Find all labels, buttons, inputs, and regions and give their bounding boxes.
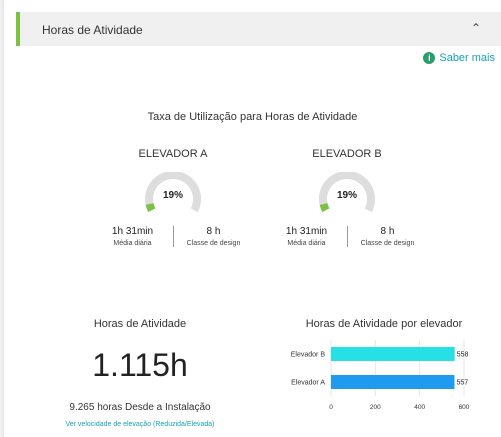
bar-value-label: 557	[456, 380, 468, 387]
activity-hours-card: Horas de Atividade ⌃ i Saber mais Taxa d…	[4, 0, 501, 437]
elevator-b-panel: ELEVADOR B 19% 1h 31min Média diária 8 h…	[257, 148, 437, 247]
daily-average-label: Média diária	[113, 240, 152, 247]
daily-average: 1h 31min Média diária	[267, 226, 348, 247]
chart-bar	[331, 347, 455, 361]
daily-average-label: Média diária	[287, 240, 326, 247]
learn-more-label: Saber mais	[439, 52, 495, 64]
daily-average-value: 1h 31min	[111, 226, 154, 237]
chart-bar	[331, 375, 455, 389]
utilization-gauge: 19%	[145, 172, 201, 220]
section-header[interactable]: Horas de Atividade ⌃	[16, 12, 501, 46]
x-tick-label: 0	[329, 404, 333, 411]
design-class: 8 h Classe de design	[348, 226, 428, 247]
total-hours: 1.115h	[92, 347, 188, 383]
gauge-percent: 19%	[336, 190, 357, 201]
hours-by-elevator-chart: 0 200 400 600 Elevador B 558 Elevador A 557	[291, 340, 470, 411]
x-tick-label: 400	[414, 404, 425, 411]
bar-value-label: 558	[457, 352, 469, 359]
category-label: Elevador A	[291, 380, 325, 387]
elevator-stats: 1h 31min Média diária 8 h Classe de desi…	[83, 226, 263, 247]
elevator-name: ELEVADOR A	[138, 148, 208, 160]
section-title: Horas de Atividade	[42, 23, 143, 37]
daily-average-value: 1h 31min	[285, 226, 328, 237]
category-label: Elevador B	[291, 352, 326, 359]
chevron-up-icon[interactable]: ⌃	[471, 21, 481, 35]
design-class: 8 h Classe de design	[174, 226, 254, 247]
x-tick-label: 600	[459, 404, 470, 411]
learn-more-link[interactable]: i Saber mais	[423, 52, 495, 64]
elevator-a-panel: ELEVADOR A 19% 1h 31min Média diária 8 h…	[83, 148, 263, 247]
hours-since-install: 9.265 horas Desde a Instalação	[69, 402, 211, 413]
daily-average: 1h 31min Média diária	[93, 226, 174, 247]
utilization-title: Taxa de Utilização para Horas de Ativida…	[147, 111, 358, 123]
hours-title: Horas de Atividade	[93, 318, 187, 330]
design-class-value: 8 h	[206, 226, 221, 237]
lift-speed-link[interactable]: Ver velocidade de elevação (Reduzida/Ele…	[40, 421, 240, 428]
chart-title: Horas de Atividade por elevador	[305, 318, 463, 330]
x-tick-label: 200	[370, 404, 381, 411]
gauge-percent: 19%	[162, 190, 183, 201]
elevator-stats: 1h 31min Média diária 8 h Classe de desi…	[257, 226, 437, 247]
design-class-label: Classe de design	[186, 240, 241, 247]
design-class-label: Classe de design	[360, 240, 415, 247]
info-icon: i	[423, 52, 436, 64]
utilization-gauge: 19%	[319, 172, 375, 220]
elevator-name: ELEVADOR B	[312, 148, 382, 160]
design-class-value: 8 h	[380, 226, 395, 237]
